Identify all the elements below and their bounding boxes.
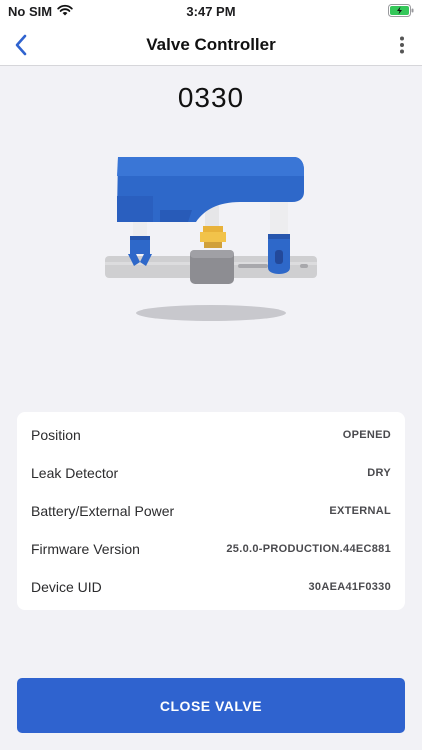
power-value: EXTERNAL — [329, 505, 391, 517]
device-uid-label: Device UID — [31, 579, 102, 595]
close-valve-button[interactable]: CLOSE VALVE — [17, 678, 405, 733]
leak-detector-value: DRY — [367, 467, 391, 479]
info-row-leak-detector: Leak Detector DRY — [31, 461, 391, 485]
status-bar: No SIM 3:47 PM — [0, 0, 422, 24]
device-uid-value: 30AEA41F0330 — [308, 581, 391, 593]
position-value: OPENED — [342, 429, 391, 441]
chevron-left-icon — [15, 34, 27, 56]
more-options-button[interactable] — [392, 32, 412, 58]
battery-icon — [388, 4, 414, 20]
firmware-value: 25.0.0-PRODUCTION.44EC881 — [226, 543, 391, 555]
info-row-device-uid: Device UID 30AEA41F0330 — [31, 575, 391, 599]
power-label: Battery/External Power — [31, 503, 175, 519]
vertical-ellipsis-icon — [400, 36, 404, 54]
navigation-bar: Valve Controller — [0, 24, 422, 66]
back-button[interactable] — [8, 30, 34, 60]
page-title: Valve Controller — [146, 35, 276, 54]
device-info-card: Position OPENED Leak Detector DRY Batter… — [17, 412, 405, 610]
status-time: 3:47 PM — [186, 4, 236, 19]
position-label: Position — [31, 427, 81, 443]
info-row-power: Battery/External Power EXTERNAL — [31, 499, 391, 523]
firmware-label: Firmware Version — [31, 541, 140, 557]
leak-detector-label: Leak Detector — [31, 465, 119, 481]
info-row-position: Position OPENED — [31, 423, 391, 447]
info-row-firmware: Firmware Version 25.0.0-PRODUCTION.44EC8… — [31, 537, 391, 561]
device-name: 0330 — [177, 82, 245, 113]
valve-illustration — [105, 157, 317, 321]
